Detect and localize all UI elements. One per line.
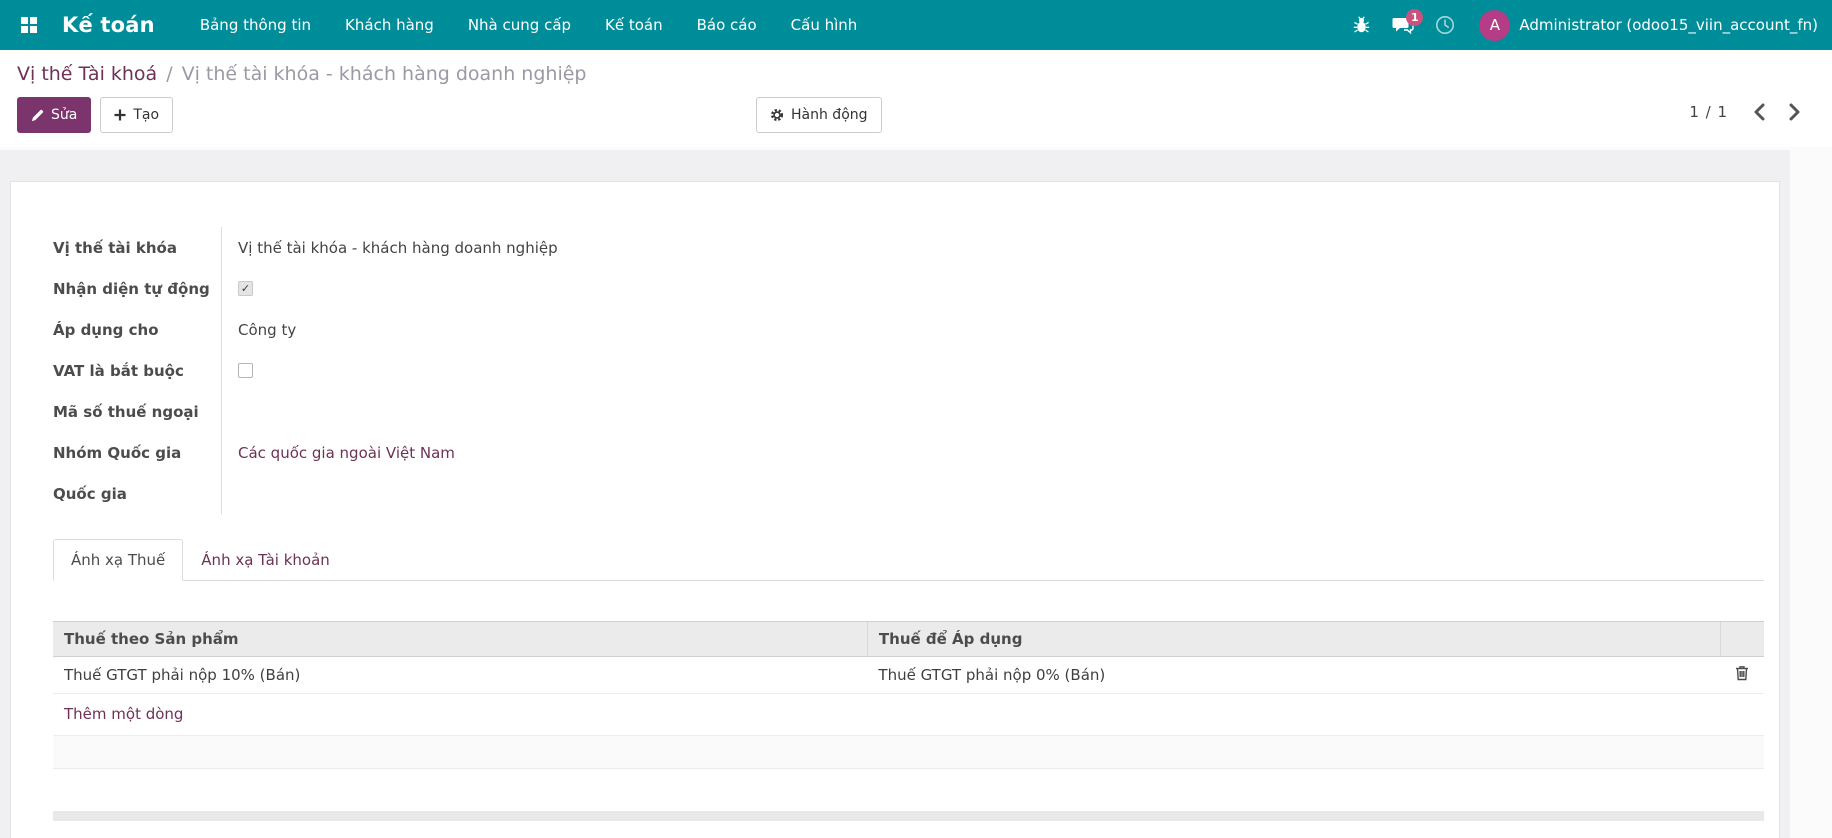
menu-item-accounting[interactable]: Kế toán [588,0,680,50]
fiscal-position-field-group: Vị thế tài khóa Nhận diện tự động Áp dụn… [53,227,953,514]
user-name: Administrator (odoo15_viin_account_fn) [1519,16,1818,34]
activities-button[interactable] [1427,7,1463,43]
apps-menu-button[interactable] [14,10,44,40]
main-menu: Bảng thông tin Khách hàng Nhà cung cấp K… [183,0,874,50]
empty-row [53,769,1764,811]
tab-tax-mapping[interactable]: Ánh xạ Thuế [53,539,183,581]
field-label-apply-to: Áp dụng cho [53,321,159,339]
control-panel: Vị thế Tài khoá / Vị thế tài khóa - khác… [0,50,1832,147]
apps-grid-icon [20,16,38,34]
clock-icon [1435,15,1455,35]
menu-item-configuration[interactable]: Cấu hình [774,0,875,50]
field-label-country: Quốc gia [53,485,127,503]
notebook: Ánh xạ Thuế Ánh xạ Tài khoản Thuế theo S… [53,539,1764,821]
field-value-fiscal-position: Vị thế tài khóa - khách hàng doanh nghiệ… [238,239,558,257]
vat-required-checkbox[interactable] [238,363,253,378]
debug-button[interactable] [1343,7,1379,43]
navbar-systray: 1 A Administrator (odoo15_viin_account_f… [1343,7,1818,43]
field-value-apply-to: Công ty [238,321,296,339]
gear-icon [770,108,784,122]
form-sheet: Vị thế tài khóa Nhận diện tự động Áp dụn… [10,181,1780,838]
create-button[interactable]: Tạo [100,97,173,133]
chevron-left-icon [1754,103,1765,121]
user-menu[interactable]: A Administrator (odoo15_viin_account_fn) [1479,10,1818,41]
content-area: Vị thế tài khóa Nhận diện tự động Áp dụn… [0,150,1790,838]
control-panel-buttons: Sửa Tạo Hành động [0,89,1832,147]
messages-count-badge: 1 [1406,9,1423,26]
pencil-icon [31,109,44,122]
chevron-right-icon [1789,103,1800,121]
plus-icon [114,109,126,121]
field-label-auto-detect: Nhận diện tự động [53,280,210,298]
column-header-actions [1720,622,1764,657]
menu-item-reports[interactable]: Báo cáo [680,0,774,50]
menu-item-customers[interactable]: Khách hàng [328,0,451,50]
pager-counter: 1 / 1 [1689,103,1728,121]
trash-icon [1735,667,1749,685]
top-navbar: Kế toán Bảng thông tin Khách hàng Nhà cu… [0,0,1832,50]
odoo-app-window: Kế toán Bảng thông tin Khách hàng Nhà cu… [0,0,1832,838]
user-avatar: A [1479,10,1510,41]
table-footer [53,811,1764,821]
breadcrumb-separator: / [166,63,172,85]
delete-row-button[interactable] [1720,657,1764,694]
notebook-tabs: Ánh xạ Thuế Ánh xạ Tài khoản [53,539,1764,581]
pager-previous-button[interactable] [1754,103,1765,121]
tax-mapping-table: Thuế theo Sản phẩm Thuế để Áp dụng Thuế … [53,621,1764,821]
table-header-row: Thuế theo Sản phẩm Thuế để Áp dụng [53,622,1764,657]
add-line-link[interactable]: Thêm một dòng [64,705,183,723]
messages-button[interactable]: 1 [1385,7,1421,43]
action-menu-button[interactable]: Hành động [756,97,882,133]
menu-item-vendors[interactable]: Nhà cung cấp [451,0,588,50]
app-name[interactable]: Kế toán [52,13,165,37]
field-label-vat-required: VAT là bắt buộc [53,362,184,380]
cell-tax-on-product[interactable]: Thuế GTGT phải nộp 10% (Bán) [53,657,867,694]
breadcrumb-parent-link[interactable]: Vị thế Tài khoá [17,63,157,85]
column-header-tax-to-apply[interactable]: Thuế để Áp dụng [867,622,1720,657]
menu-item-dashboard[interactable]: Bảng thông tin [183,0,328,50]
breadcrumb-current: Vị thế tài khóa - khách hàng doanh nghiệ… [182,63,587,85]
empty-row [53,736,1764,769]
column-header-tax-on-product[interactable]: Thuế theo Sản phẩm [53,622,867,657]
field-label-country-group: Nhóm Quốc gia [53,444,181,462]
cell-tax-to-apply[interactable]: Thuế GTGT phải nộp 0% (Bán) [867,657,1720,694]
edit-button[interactable]: Sửa [17,97,91,133]
field-label-foreign-tax-id: Mã số thuế ngoại [53,403,199,421]
field-label-fiscal-position: Vị thế tài khóa [53,239,177,257]
country-group-link[interactable]: Các quốc gia ngoài Việt Nam [238,444,455,462]
record-pager: 1 / 1 [1689,103,1800,121]
breadcrumb: Vị thế Tài khoá / Vị thế tài khóa - khác… [0,50,1832,89]
add-line-row: Thêm một dòng [53,694,1764,736]
pager-next-button[interactable] [1789,103,1800,121]
tab-account-mapping[interactable]: Ánh xạ Tài khoản [183,539,348,581]
table-row[interactable]: Thuế GTGT phải nộp 10% (Bán) Thuế GTGT p… [53,657,1764,694]
bug-icon [1353,16,1370,34]
auto-detect-checkbox[interactable]: ✓ [238,281,253,296]
